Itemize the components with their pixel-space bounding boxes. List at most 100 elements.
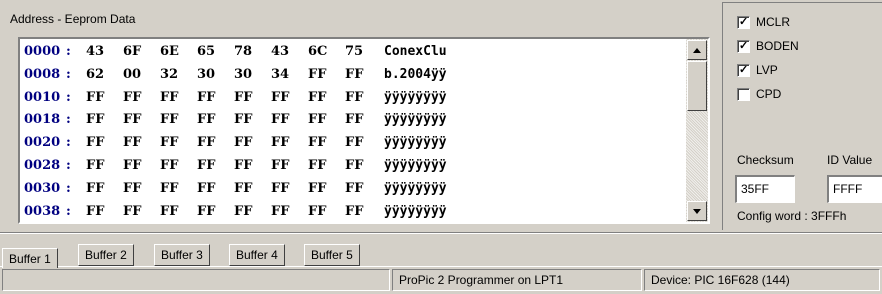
eeprom-hex-view[interactable]: 0000:43 6F 6E 65 78 43 6C 75 ConexClu 0008:62 00 32…	[18, 37, 710, 224]
hex-byte[interactable]: FF	[160, 178, 197, 201]
arrow-up-icon	[693, 47, 701, 53]
hex-byte[interactable]: FF	[234, 155, 271, 178]
hex-byte[interactable]: FF	[345, 109, 382, 132]
hex-byte[interactable]: FF	[345, 64, 382, 87]
hex-byte[interactable]: FF	[345, 178, 382, 201]
hex-byte[interactable]: FF	[271, 132, 308, 155]
hex-byte[interactable]: 65	[197, 41, 234, 64]
hex-byte[interactable]: FF	[160, 87, 197, 110]
hex-byte[interactable]: FF	[234, 109, 271, 132]
tab-buffer-3[interactable]: Buffer 3	[154, 244, 210, 266]
hex-byte[interactable]: 6C	[308, 41, 345, 64]
hex-byte[interactable]: 78	[234, 41, 271, 64]
hex-row[interactable]: 0018: FF FF FF FF FF FF FF FF ÿÿÿÿÿÿÿÿ	[24, 109, 684, 132]
hex-byte[interactable]: FF	[308, 178, 345, 201]
hex-row[interactable]: 0038: FF FF FF FF FF FF FF FF ÿÿÿÿÿÿÿÿ	[24, 201, 684, 222]
hex-byte[interactable]: FF	[271, 201, 308, 222]
vertical-scrollbar[interactable]	[686, 39, 708, 222]
hex-byte[interactable]: FF	[271, 178, 308, 201]
hex-byte[interactable]: FF	[86, 87, 123, 110]
hex-byte[interactable]: 30	[197, 64, 234, 87]
hex-byte[interactable]: FF	[123, 109, 160, 132]
hex-byte[interactable]: FF	[234, 132, 271, 155]
hex-byte[interactable]: FF	[345, 201, 382, 222]
checkbox-lvp-box[interactable]: ✓	[737, 63, 750, 77]
hex-byte[interactable]: 62	[86, 64, 123, 87]
hex-byte[interactable]: 6E	[160, 41, 197, 64]
hex-byte[interactable]: FF	[308, 132, 345, 155]
hex-byte[interactable]: FF	[271, 109, 308, 132]
hex-byte[interactable]: FF	[123, 87, 160, 110]
scroll-down-button[interactable]	[687, 201, 707, 221]
hex-byte[interactable]: FF	[123, 155, 160, 178]
hex-byte[interactable]: FF	[197, 178, 234, 201]
hex-byte[interactable]: FF	[345, 132, 382, 155]
hex-byte[interactable]: 75	[345, 41, 382, 64]
hex-row[interactable]: 0028: FF FF FF FF FF FF FF FF ÿÿÿÿÿÿÿÿ	[24, 155, 684, 178]
checkbox-boden[interactable]: ✓ BODEN	[737, 36, 799, 56]
scroll-thumb[interactable]	[687, 61, 707, 111]
hex-byte[interactable]: FF	[160, 201, 197, 222]
hex-byte[interactable]: FF	[123, 178, 160, 201]
checkbox-boden-box[interactable]: ✓	[737, 39, 750, 53]
hex-row-separator: :	[66, 89, 71, 105]
checkbox-mclr[interactable]: ✓ MCLR	[737, 12, 790, 32]
hex-byte[interactable]: 30	[234, 64, 271, 87]
hex-byte[interactable]: FF	[123, 132, 160, 155]
hex-byte[interactable]: FF	[86, 155, 123, 178]
hex-byte[interactable]: FF	[308, 64, 345, 87]
hex-byte[interactable]: FF	[86, 109, 123, 132]
hex-byte[interactable]: FF	[345, 87, 382, 110]
hex-byte[interactable]: 6F	[123, 41, 160, 64]
hex-byte[interactable]: FF	[345, 155, 382, 178]
hex-byte[interactable]: FF	[308, 201, 345, 222]
checkbox-cpd-box[interactable]	[737, 87, 750, 101]
hex-byte[interactable]: FF	[197, 109, 234, 132]
hex-byte[interactable]: FF	[86, 201, 123, 222]
hex-byte[interactable]: FF	[234, 201, 271, 222]
tab-buffer-5[interactable]: Buffer 5	[304, 244, 360, 266]
scroll-up-button[interactable]	[687, 40, 707, 60]
hex-byte[interactable]: FF	[160, 155, 197, 178]
hex-byte[interactable]: FF	[271, 155, 308, 178]
checksum-field[interactable]: 35FF	[735, 175, 795, 203]
hex-byte[interactable]: FF	[86, 178, 123, 201]
hex-byte[interactable]: 43	[86, 41, 123, 64]
status-panel-main	[2, 269, 390, 291]
hex-byte[interactable]: 00	[123, 64, 160, 87]
hex-byte[interactable]: FF	[271, 87, 308, 110]
checksum-label: Checksum	[737, 153, 794, 167]
hex-byte[interactable]: FF	[308, 87, 345, 110]
hex-byte[interactable]: FF	[234, 178, 271, 201]
hex-byte[interactable]: FF	[197, 132, 234, 155]
hex-byte[interactable]: 43	[271, 41, 308, 64]
hex-byte[interactable]: FF	[197, 155, 234, 178]
hex-byte[interactable]: FF	[86, 132, 123, 155]
hex-byte[interactable]: FF	[123, 201, 160, 222]
id-value-field[interactable]: FFFF	[827, 175, 882, 203]
hex-byte[interactable]: 32	[160, 64, 197, 87]
hex-row-ascii: ÿÿÿÿÿÿÿÿ	[384, 157, 447, 173]
hex-byte[interactable]: FF	[234, 87, 271, 110]
tab-buffer-1[interactable]: Buffer 1	[2, 248, 58, 268]
hex-row[interactable]: 0030: FF FF FF FF FF FF FF FF ÿÿÿÿÿÿÿÿ	[24, 178, 684, 201]
hex-byte[interactable]: FF	[160, 109, 197, 132]
hex-row-separator: :	[66, 180, 71, 196]
checkbox-mclr-box[interactable]: ✓	[737, 15, 750, 29]
hex-byte[interactable]: FF	[197, 201, 234, 222]
hex-byte[interactable]: FF	[308, 109, 345, 132]
tab-buffer-2[interactable]: Buffer 2	[78, 244, 134, 266]
checkbox-cpd[interactable]: CPD	[737, 84, 781, 104]
hex-byte[interactable]: FF	[308, 155, 345, 178]
hex-row[interactable]: 0010: FF FF FF FF FF FF FF FF ÿÿÿÿÿÿÿÿ	[24, 87, 684, 110]
hex-row-separator: :	[66, 203, 71, 219]
hex-row[interactable]: 0008:62 00 32 30 30 34 FF FF b.2004ÿÿ	[24, 64, 684, 87]
hex-row-address: 0038	[24, 203, 61, 219]
hex-byte[interactable]: 34	[271, 64, 308, 87]
tab-buffer-4[interactable]: Buffer 4	[229, 244, 285, 266]
hex-row[interactable]: 0000:43 6F 6E 65 78 43 6C 75 ConexClu	[24, 41, 684, 64]
hex-byte[interactable]: FF	[197, 87, 234, 110]
hex-byte[interactable]: FF	[160, 132, 197, 155]
hex-row[interactable]: 0020: FF FF FF FF FF FF FF FF ÿÿÿÿÿÿÿÿ	[24, 132, 684, 155]
checkbox-lvp[interactable]: ✓ LVP	[737, 60, 778, 80]
